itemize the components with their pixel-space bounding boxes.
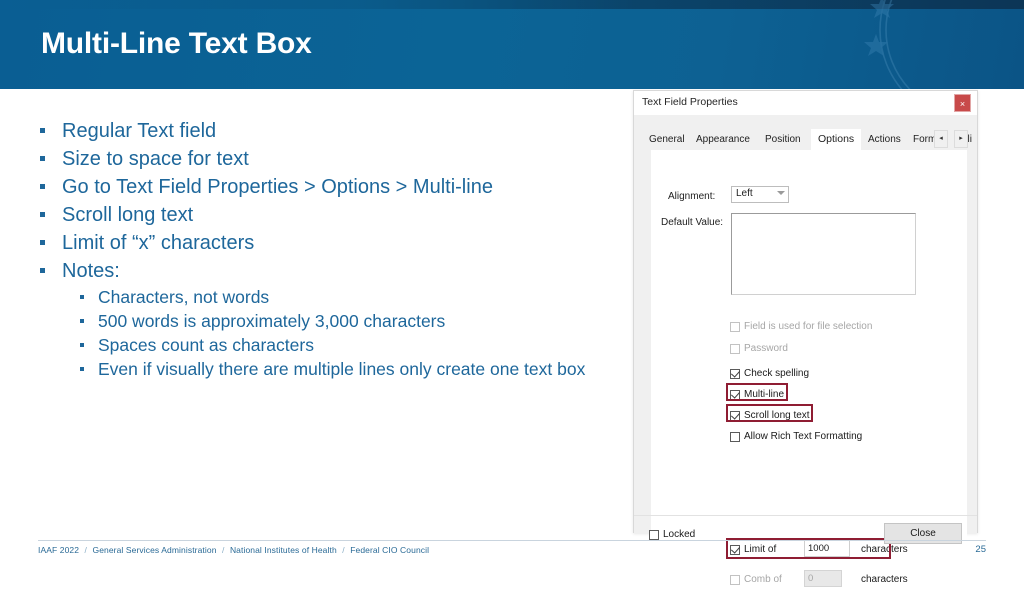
checkbox-icon[interactable] [649,529,659,540]
checkbox-label: Password [744,343,788,354]
checkbox-icon[interactable] [730,431,740,442]
tab-appearance[interactable]: Appearance [691,131,755,149]
limit-of-label: Limit of [744,544,777,555]
footer-item-nih: National Institutes of Health [229,545,337,555]
checkbox-label: Allow Rich Text Formatting [744,431,863,442]
checkbox-row-locked[interactable]: Locked [649,529,695,540]
locked-label: Locked [663,529,696,540]
checkbox-label: Field is used for file selection [744,321,873,332]
checkbox-row-rich-text[interactable]: Allow Rich Text Formatting [730,431,862,442]
alignment-value: Left [736,188,753,199]
dialog-body: General Appearance Position Options Acti… [634,115,977,591]
bullet-marker-icon [40,145,62,173]
checkbox-row-multi-line[interactable]: Multi-line [730,389,784,400]
bullet-marker-icon [40,117,62,145]
bullet-marker-icon [80,357,98,381]
checkbox-icon[interactable] [730,574,740,585]
checkbox-row-limit-of[interactable]: Limit of [730,544,776,555]
checkbox-label: Multi-line [744,389,785,400]
checkbox-row-file-selection[interactable]: Field is used for file selection [730,321,872,332]
bullet-marker-icon [80,333,98,357]
agency-seal-decoration [864,0,911,89]
checkbox-row-check-spelling[interactable]: Check spelling [730,368,809,379]
footer-item-gsa: General Services Administration [92,545,217,555]
footer-item-iaaf: IAAF 2022 [38,545,80,555]
dialog-tabstrip: General Appearance Position Options Acti… [644,129,972,151]
checkbox-icon[interactable] [730,410,740,421]
dialog-footer-divider [634,515,977,516]
limit-unit-label: characters [861,544,908,555]
bullet-text: Limit of “x” characters [62,232,255,254]
text-field-properties-dialog[interactable]: Text Field Properties × General Appearan… [633,90,978,591]
sub-bullet-text: Characters, not words [98,287,270,307]
dialog-titlebar: Text Field Properties × [634,91,977,115]
checkbox-label: Check spelling [744,368,810,379]
checkbox-icon[interactable] [730,389,740,400]
sub-bullet-item: Even if visually there are multiple line… [80,357,620,381]
checkbox-icon[interactable] [730,321,740,332]
alignment-label: Alignment: [668,191,716,202]
sub-bullet-item: Spaces count as characters [80,333,620,357]
tab-actions[interactable]: Actions [863,131,906,149]
slide-header-band: Multi-Line Text Box [0,0,1024,89]
slide-body-bullets: Regular Text field Size to space for tex… [40,117,620,381]
tab-position[interactable]: Position [760,131,806,149]
footer-separator: / [222,545,225,555]
bullet-item: Limit of “x” characters [40,229,620,257]
page-title: Multi-Line Text Box [41,27,312,60]
checkbox-icon[interactable] [730,368,740,379]
sub-bullet-item: Characters, not words [80,285,620,309]
checkbox-label: Scroll long text [744,410,810,421]
bullet-marker-icon [40,257,62,285]
alignment-select[interactable]: Left [731,186,789,203]
comb-characters-input: 0 [804,570,842,587]
tab-scroll-next-icon[interactable]: ▸ [954,130,968,148]
tab-scroll-prev-icon[interactable]: ◂ [934,130,948,148]
footer-divider [38,540,986,541]
footer-credits: IAAF 2022 / General Services Administrat… [38,545,429,555]
checkbox-icon[interactable] [730,544,740,555]
tab-options[interactable]: Options [811,129,862,151]
bullet-item: Notes: [40,257,620,285]
page-number: 25 [975,544,986,555]
bullet-text: Notes: [62,260,120,282]
bullet-marker-icon [40,201,62,229]
footer-separator: / [342,545,345,555]
limit-characters-input[interactable]: 1000 [804,540,850,557]
checkbox-row-password[interactable]: Password [730,343,788,354]
sub-bullet-text: 500 words is approximately 3,000 charact… [98,311,446,331]
sub-bullet-item: 500 words is approximately 3,000 charact… [80,309,620,333]
tab-general[interactable]: General [644,131,690,149]
chevron-down-icon [777,191,785,195]
bullet-text: Go to Text Field Properties > Options > … [62,176,493,198]
bullet-marker-icon [80,285,98,309]
checkbox-icon[interactable] [730,343,740,354]
bullet-item: Go to Text Field Properties > Options > … [40,173,620,201]
sub-bullet-text: Spaces count as characters [98,335,314,355]
dialog-title: Text Field Properties [642,96,738,108]
sub-bullet-text: Even if visually there are multiple line… [98,359,586,379]
bullet-text: Regular Text field [62,120,217,142]
checkbox-row-scroll-long-text[interactable]: Scroll long text [730,410,810,421]
bullet-text: Scroll long text [62,204,194,226]
default-value-label: Default Value: [661,217,724,228]
close-icon[interactable]: × [954,94,971,112]
bullet-item: Size to space for text [40,145,620,173]
bullet-text: Size to space for text [62,148,249,170]
bullet-marker-icon [40,229,62,257]
bullet-item: Regular Text field [40,117,620,145]
footer-separator: / [84,545,88,555]
default-value-input[interactable] [731,213,916,295]
bullet-marker-icon [40,173,62,201]
bullet-marker-icon [80,309,98,333]
footer-item-cio: Federal CIO Council [350,545,430,555]
bullet-item: Scroll long text [40,201,620,229]
